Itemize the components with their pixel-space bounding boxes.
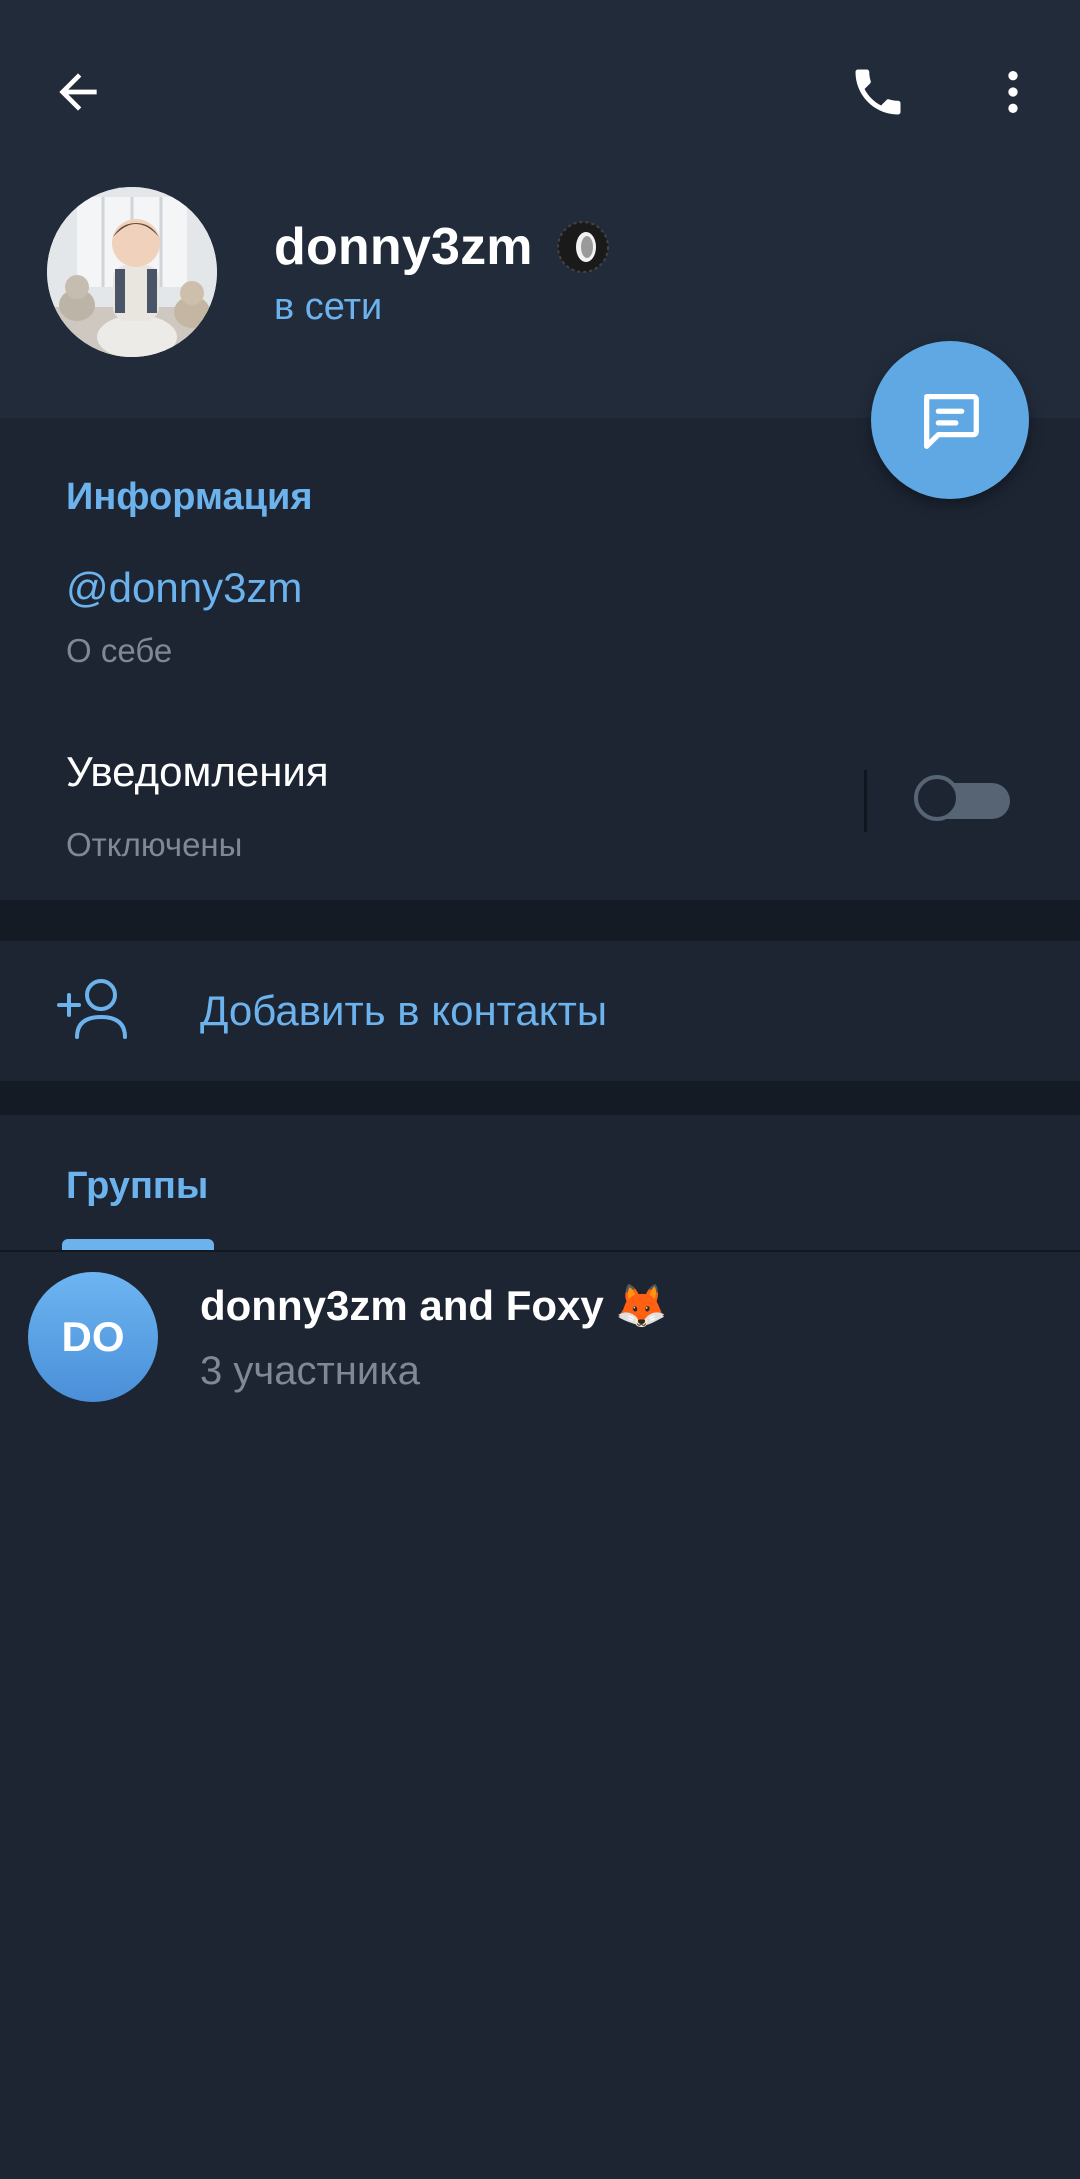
group-member-count: 3 участника [200,1349,420,1393]
arrow-left-icon [59,73,97,111]
message-icon [924,394,979,449]
tab-groups-label: Группы [66,1165,209,1207]
notifications-caption: Отключены [66,826,243,863]
avatar[interactable] [47,187,217,357]
section-separator [0,1081,1080,1115]
group-name: donny3zm and Foxy 🦊 [200,1282,668,1329]
online-status: в сети [274,286,383,328]
send-message-button[interactable] [871,341,1029,499]
info-section-title: Информация [66,476,313,518]
notifications-title[interactable]: Уведомления [66,748,329,796]
more-vertical-icon [1008,71,1018,113]
tab-groups[interactable]: Группы [62,1115,214,1251]
groups-section: Группы DO donny3zm and Foxy 🦊 3 участник… [0,1115,1080,2179]
section-separator [0,900,1080,941]
call-button[interactable] [830,44,926,140]
notifications-toggle[interactable] [914,775,1010,821]
tire-icon[interactable] [555,219,611,275]
add-contact-row[interactable]: Добавить в контакты [0,941,1080,1081]
profile-name-row: donny3zm [274,212,611,282]
profile-screen: donny3zm в сети Информация @donny3zm О с… [0,0,1080,2179]
divider [864,770,867,832]
back-button[interactable] [30,44,126,140]
profile-name: donny3zm [274,218,533,276]
username-caption: О себе [66,632,173,669]
more-options-button[interactable] [965,44,1061,140]
add-user-icon [57,979,127,1039]
group-avatar: DO [28,1272,158,1402]
add-contact-label: Добавить в контакты [200,987,608,1034]
profile-photo [47,187,217,357]
toggle-knob [914,775,960,821]
list-item[interactable]: DO donny3zm and Foxy 🦊 3 участника [0,1252,1080,1422]
phone-icon [855,69,901,115]
username-link[interactable]: @donny3zm [66,564,302,612]
